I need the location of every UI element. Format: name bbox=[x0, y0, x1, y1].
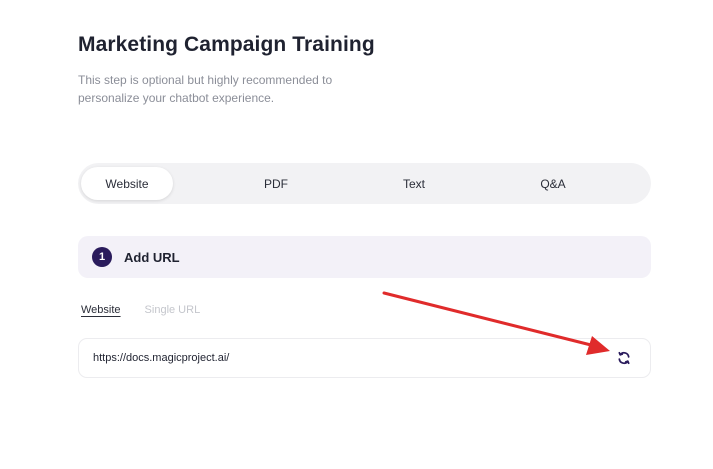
subtab-website[interactable]: Website bbox=[81, 304, 121, 316]
url-mode-tabs: Website Single URL bbox=[81, 304, 200, 316]
url-input[interactable] bbox=[93, 352, 614, 364]
step-label: Add URL bbox=[124, 249, 180, 265]
subtitle-line-1: This step is optional but highly recomme… bbox=[78, 73, 333, 87]
refresh-icon bbox=[618, 351, 630, 365]
subtab-single-url[interactable]: Single URL bbox=[145, 304, 201, 316]
tab-website[interactable]: Website bbox=[81, 167, 173, 200]
training-page: Marketing Campaign Training This step is… bbox=[0, 0, 713, 469]
step-header-add-url: 1 Add URL bbox=[78, 236, 651, 278]
page-title: Marketing Campaign Training bbox=[78, 33, 375, 56]
source-type-tabs: Website PDF Text Q&A bbox=[78, 163, 651, 204]
url-field bbox=[78, 338, 651, 378]
page-subtitle: This step is optional but highly recomme… bbox=[78, 71, 398, 107]
subtitle-line-2: personalize your chatbot experience. bbox=[78, 91, 275, 105]
tab-text[interactable]: Text bbox=[378, 167, 450, 200]
tab-pdf[interactable]: PDF bbox=[238, 167, 314, 200]
step-number-badge: 1 bbox=[92, 247, 112, 267]
tab-qa[interactable]: Q&A bbox=[515, 167, 591, 200]
refresh-button[interactable] bbox=[614, 348, 634, 368]
